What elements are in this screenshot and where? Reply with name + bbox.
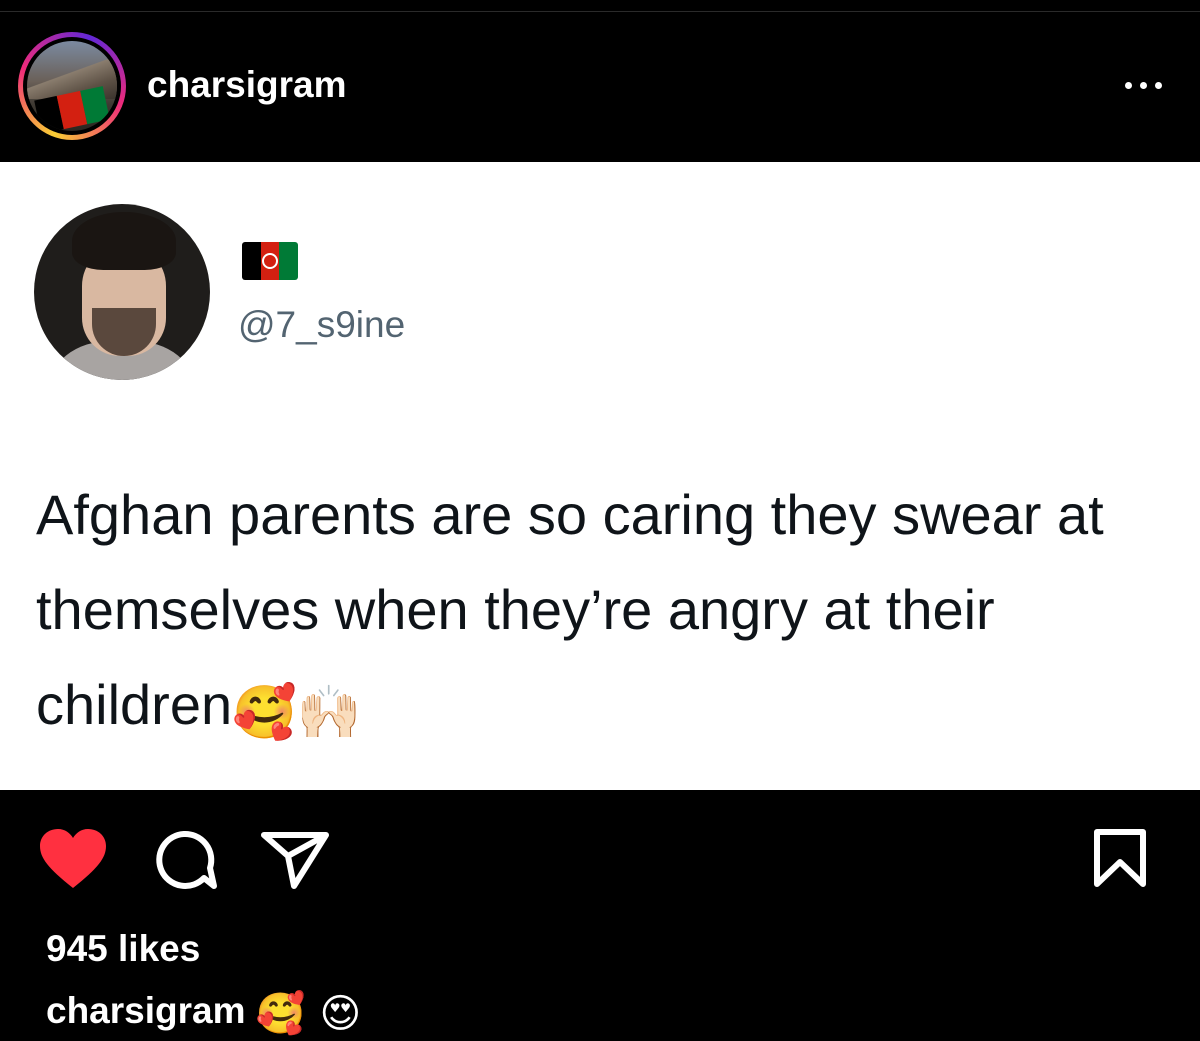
caption: charsigram 🥰 😍 bbox=[46, 990, 361, 1034]
comment-icon[interactable] bbox=[152, 830, 218, 890]
post-username[interactable]: charsigram bbox=[147, 64, 347, 106]
caption-emojis: 🥰 😍 bbox=[255, 991, 362, 1037]
dot-icon bbox=[1155, 82, 1162, 89]
tweet-card: @7_s9ine Afghan parents are so caring th… bbox=[0, 162, 1200, 790]
caption-username[interactable]: charsigram bbox=[46, 990, 246, 1031]
dot-icon bbox=[1140, 82, 1147, 89]
like-count[interactable]: 945 likes bbox=[46, 928, 200, 970]
smiling-hearts-emoji: 🥰 bbox=[232, 683, 297, 743]
more-options-button[interactable] bbox=[1125, 82, 1162, 89]
raising-hands-emoji: 🙌🏻 bbox=[296, 683, 362, 743]
post-actions: 945 likes charsigram 🥰 😍 bbox=[0, 790, 1200, 1041]
tweet-handle: @7_s9ine bbox=[238, 304, 406, 345]
avatar-image bbox=[27, 41, 117, 131]
status-divider bbox=[0, 0, 1200, 12]
afghanistan-flag-icon bbox=[242, 242, 298, 280]
tweet-body: Afghan parents are so caring they swear … bbox=[36, 483, 1104, 736]
post-header: charsigram bbox=[0, 12, 1200, 162]
profile-avatar[interactable] bbox=[18, 32, 126, 140]
bookmark-icon[interactable] bbox=[1092, 828, 1148, 888]
tweet-text: Afghan parents are so caring they swear … bbox=[36, 467, 1166, 752]
tweet-author-avatar bbox=[34, 204, 210, 380]
heart-icon[interactable] bbox=[38, 828, 108, 890]
dot-icon bbox=[1125, 82, 1132, 89]
share-icon[interactable] bbox=[260, 830, 330, 890]
